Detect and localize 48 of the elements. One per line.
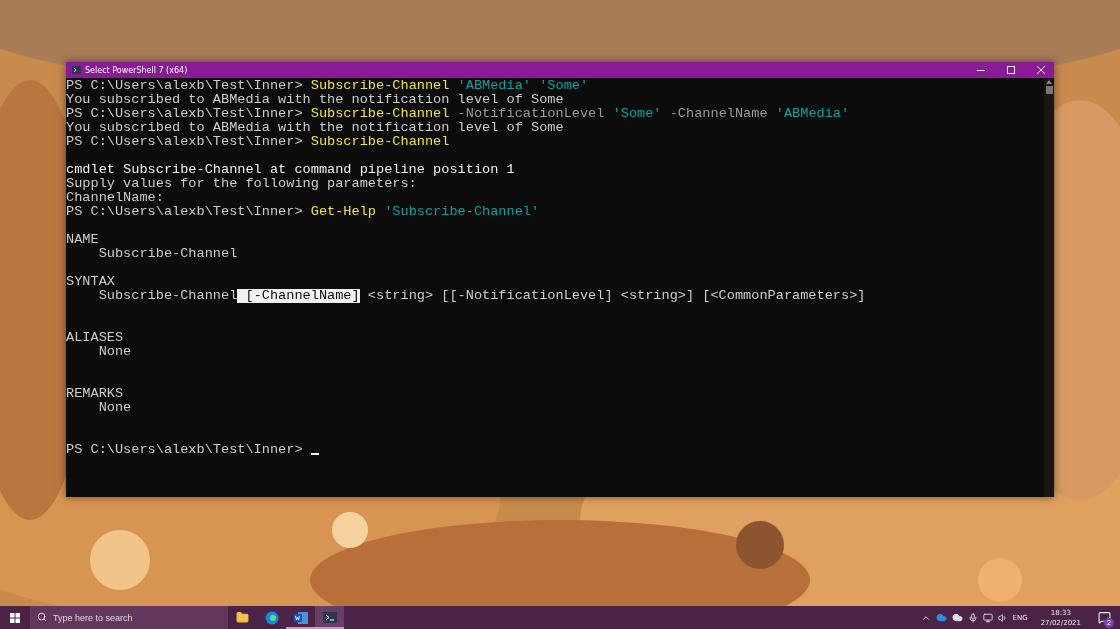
console-text: 'Some': [612, 107, 662, 121]
document-app-icon: [293, 611, 308, 624]
console-text: Get-Help: [310, 205, 376, 219]
console-text: Subscribe-Channel: [97, 289, 238, 303]
console-text: 'Subscribe-Channel': [383, 205, 540, 219]
window-title: Select PowerShell 7 (x64): [85, 65, 189, 75]
microphone-icon[interactable]: [967, 612, 978, 623]
console-text: Subscribe-Channel: [97, 247, 238, 261]
console-text: PS C:\Users\alexb\Test\Inner>: [66, 443, 304, 457]
search-icon: [37, 612, 47, 622]
taskbar-app-button[interactable]: [315, 606, 344, 629]
console-text: Subscribe-Channel: [310, 79, 450, 93]
console-text: PS C:\Users\alexb\Test\Inner>: [66, 205, 304, 219]
selected-text: [-ChannelName]: [237, 289, 360, 303]
console-text: PS C:\Users\alexb\Test\Inner>: [66, 79, 304, 93]
console-text: You subscribed to ABMedia with the notification level of Some: [66, 93, 564, 107]
console-text: 'ABMedia': [775, 107, 850, 121]
console-text: Subscribe-Channel: [310, 135, 450, 149]
scroll-up-icon[interactable]: [1046, 80, 1052, 84]
console-text: REMARKS: [66, 387, 124, 401]
terminal-icon: [322, 612, 337, 623]
console-text: Subscribe-Channel: [310, 107, 450, 121]
console-text: PS C:\Users\alexb\Test\Inner>: [66, 107, 304, 121]
scroll-thumb[interactable]: [1045, 86, 1053, 94]
browser-icon: [264, 610, 279, 625]
scrollbar[interactable]: [1044, 78, 1054, 497]
console-text: 'ABMedia' 'Some': [456, 79, 589, 93]
network-icon[interactable]: [982, 612, 993, 623]
console-text: ALIASES: [66, 331, 124, 345]
console-text: -ChannelName: [668, 107, 769, 121]
console-text: PS C:\Users\alexb\Test\Inner>: [66, 135, 304, 149]
console-text: ChannelName:: [66, 191, 164, 205]
console-text: Supply values for the following parameters:: [66, 177, 417, 191]
terminal-icon: [72, 66, 81, 74]
console-text: -NotificationLevel: [456, 107, 606, 121]
console-text: SYNTAX: [66, 275, 115, 289]
console-text: You subscribed to ABMedia with the notification level of Some: [66, 121, 564, 135]
search-field[interactable]: Type here to search: [30, 606, 228, 629]
console-text: None: [97, 401, 132, 415]
folder-icon: [236, 611, 249, 624]
console-text: cmdlet Subscribe-Channel at command pipeline position 1: [66, 163, 515, 177]
volume-icon[interactable]: [997, 612, 1008, 623]
console-text: <string> [[-NotificationLevel] <string>] [<CommonParameters>]: [366, 289, 866, 303]
console-text: None: [97, 345, 132, 359]
windows-icon: [10, 612, 20, 623]
close-icon: [1037, 66, 1045, 74]
console-text: NAME: [66, 233, 99, 247]
maximize-icon: [1007, 66, 1015, 74]
